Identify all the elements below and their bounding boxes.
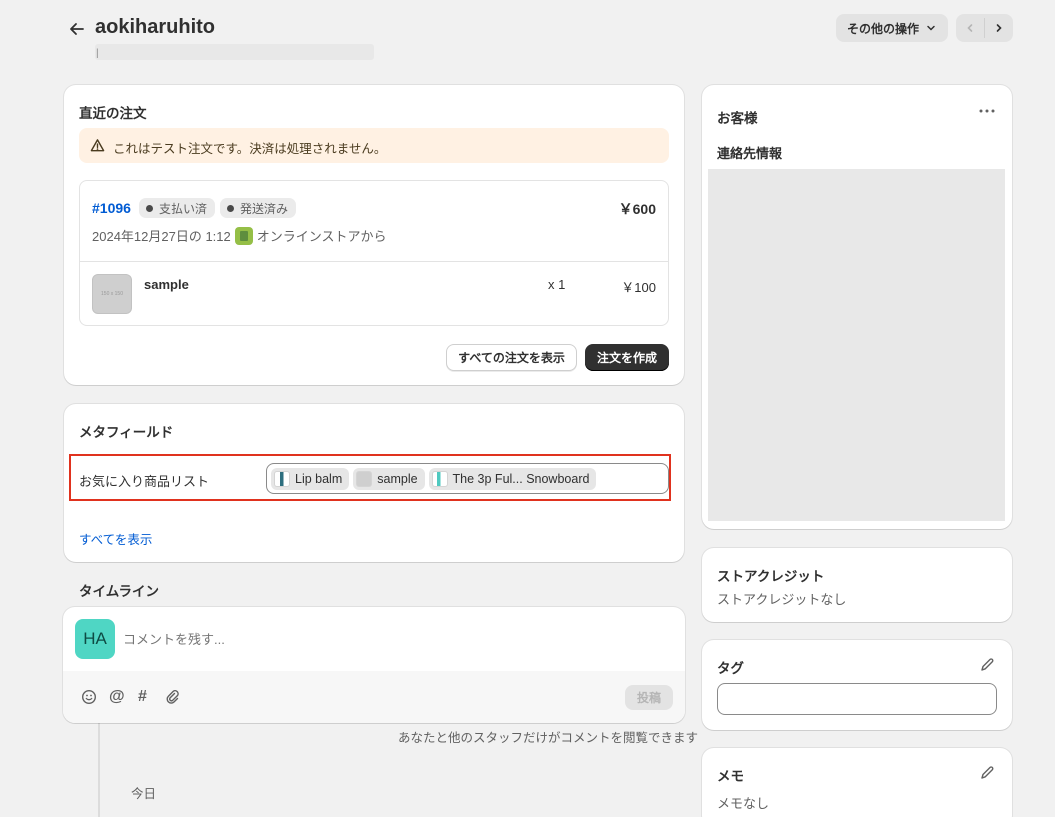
chip-label: The 3p Ful... Snowboard bbox=[452, 471, 590, 486]
comment-composer: HA @ # 投稿 bbox=[63, 607, 685, 723]
metafields-card: メタフィールド お気に入り商品リスト Lip balm sample The 3… bbox=[64, 404, 684, 562]
timeline-heading: タイムライン bbox=[79, 584, 160, 599]
order-total: ￥600 bbox=[618, 201, 656, 217]
payment-status-text: 支払い済 bbox=[158, 201, 207, 216]
comment-input[interactable] bbox=[123, 627, 663, 651]
lip-balm-thumbnail-icon bbox=[274, 470, 290, 487]
snowboard-thumbnail-icon bbox=[431, 470, 448, 487]
order-date: 2024年12月27日の 1:12 bbox=[92, 229, 231, 244]
line-item-quantity: x 1 bbox=[548, 277, 566, 292]
attachment-icon[interactable] bbox=[165, 689, 181, 708]
status-dot-icon bbox=[145, 204, 153, 212]
notes-value: メモなし bbox=[717, 796, 770, 811]
thumbnail-placeholder-text: 150 x 150 bbox=[101, 291, 123, 297]
tags-card: タグ bbox=[702, 640, 1012, 730]
chip-label: Lip balm bbox=[295, 471, 343, 486]
composer-toolbar: @ # 投稿 bbox=[63, 671, 685, 723]
customer-heading: お客様 bbox=[717, 111, 758, 126]
store-credit-card: ストアクレジット ストアクレジットなし bbox=[702, 548, 1012, 622]
emoji-icon[interactable] bbox=[81, 689, 97, 708]
test-order-banner: これはテスト注文です。決済は処理されません。 bbox=[79, 128, 669, 163]
metafields-heading: メタフィールド bbox=[79, 425, 174, 440]
edit-notes-pencil-icon[interactable] bbox=[979, 765, 995, 781]
line-item-price: ￥100 bbox=[621, 280, 656, 295]
fulfillment-status-badge: 発送済み bbox=[219, 198, 296, 218]
timeline-date-today: 今日 bbox=[131, 787, 157, 801]
product-chip[interactable]: Lip balm bbox=[271, 467, 350, 490]
store-credit-value: ストアクレジットなし bbox=[717, 592, 847, 607]
timeline-line bbox=[98, 723, 100, 817]
page-title: aokiharuhito bbox=[95, 16, 216, 38]
post-comment-button[interactable]: 投稿 bbox=[625, 685, 673, 710]
product-thumbnail: 150 x 150 bbox=[92, 274, 132, 314]
contact-info-redacted bbox=[708, 169, 1005, 521]
recent-orders-card: 直近の注文 これはテスト注文です。決済は処理されません。 #1096 支払い済 … bbox=[64, 85, 684, 385]
metafield-label: お気に入り商品リスト bbox=[79, 474, 210, 489]
order-number-link[interactable]: #1096 bbox=[92, 200, 131, 216]
warning-icon bbox=[90, 139, 105, 152]
edit-tags-pencil-icon[interactable] bbox=[979, 657, 995, 673]
subtitle-cursor: | bbox=[96, 48, 99, 59]
order-box: #1096 支払い済 発送済み ￥600 2024年12月27日の 1:12 オ… bbox=[79, 180, 669, 326]
recent-orders-heading: 直近の注文 bbox=[79, 106, 147, 121]
tags-heading: タグ bbox=[717, 661, 744, 676]
previous-icon[interactable] bbox=[956, 14, 984, 42]
fulfillment-status-text: 発送済み bbox=[239, 201, 288, 216]
avatar: HA bbox=[75, 619, 115, 659]
mention-icon[interactable]: @ bbox=[109, 688, 125, 706]
back-arrow-icon[interactable] bbox=[68, 20, 86, 38]
customer-card: お客様 連絡先情報 bbox=[702, 85, 1012, 529]
contact-info-heading: 連絡先情報 bbox=[717, 146, 783, 161]
status-dot-icon bbox=[226, 204, 234, 212]
pager bbox=[956, 14, 1013, 42]
view-all-metafields-link[interactable]: すべてを表示 bbox=[79, 529, 152, 548]
more-actions-label: その他の操作 bbox=[846, 21, 919, 36]
tags-input[interactable] bbox=[717, 683, 997, 715]
notes-card: メモ メモなし bbox=[702, 748, 1012, 817]
sample-thumbnail-icon bbox=[356, 470, 373, 487]
product-chip[interactable]: sample bbox=[353, 467, 425, 490]
chevron-down-icon bbox=[927, 25, 935, 31]
page-subtitle-bar: | bbox=[95, 44, 374, 60]
online-store-icon bbox=[234, 226, 253, 245]
payment-status-badge: 支払い済 bbox=[138, 198, 215, 218]
create-order-button[interactable]: 注文を作成 bbox=[585, 344, 669, 371]
next-icon[interactable] bbox=[985, 14, 1013, 42]
more-actions-button[interactable]: その他の操作 bbox=[836, 14, 948, 42]
product-chip[interactable]: The 3p Ful... Snowboard bbox=[428, 467, 597, 490]
line-item-name[interactable]: sample bbox=[144, 277, 189, 292]
store-credit-heading: ストアクレジット bbox=[717, 569, 825, 584]
metafield-product-list-input[interactable]: Lip balm sample The 3p Ful... Snowboard bbox=[266, 463, 669, 494]
hashtag-icon[interactable]: # bbox=[138, 688, 147, 706]
comment-visibility-note: あなたと他のスタッフだけがコメントを閲覧できます bbox=[398, 731, 699, 745]
notes-heading: メモ bbox=[717, 769, 744, 784]
chip-label: sample bbox=[377, 471, 418, 486]
test-order-banner-text: これはテスト注文です。決済は処理されません。 bbox=[113, 142, 387, 156]
more-options-icon[interactable] bbox=[977, 101, 997, 121]
order-channel: オンラインストアから bbox=[256, 229, 387, 244]
view-all-orders-button[interactable]: すべての注文を表示 bbox=[446, 344, 577, 371]
